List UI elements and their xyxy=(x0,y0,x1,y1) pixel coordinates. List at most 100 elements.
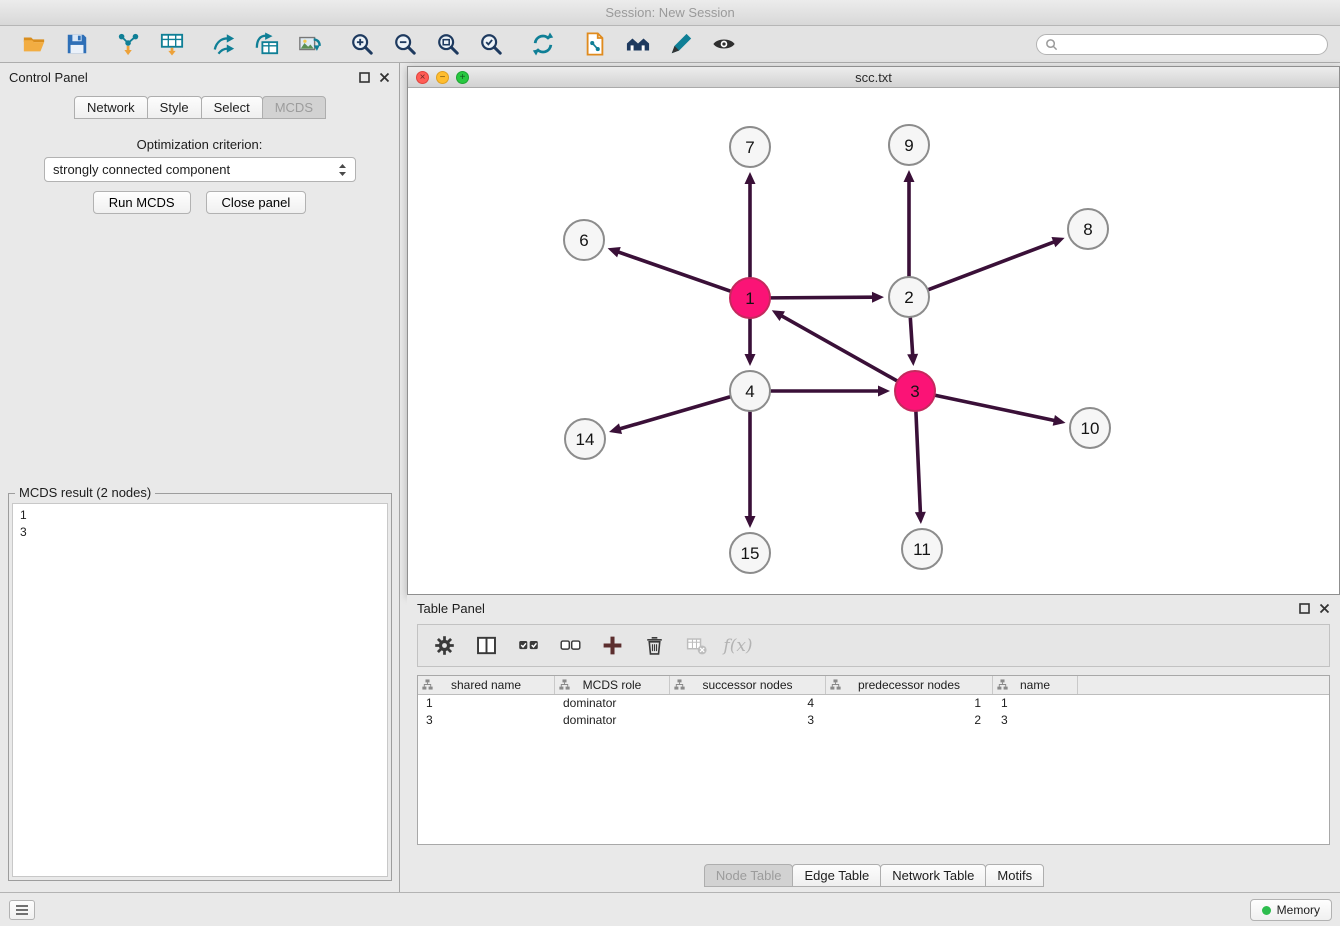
annotations-icon[interactable] xyxy=(668,31,694,57)
edge-3-1[interactable] xyxy=(782,316,896,381)
tab-motifs[interactable]: Motifs xyxy=(985,864,1044,887)
table-cell[interactable]: dominator xyxy=(555,695,670,712)
edge-arrow-icon xyxy=(878,386,890,397)
select-all-icon[interactable] xyxy=(515,633,541,659)
zoom-selected-icon[interactable] xyxy=(478,31,504,57)
close-panel-button[interactable]: Close panel xyxy=(206,191,307,214)
first-neighbors-icon[interactable] xyxy=(625,31,651,57)
graph-node-14[interactable]: 14 xyxy=(565,419,605,459)
column-tree-icon xyxy=(422,679,433,693)
svg-text:15: 15 xyxy=(741,544,760,563)
settings-gear-icon[interactable] xyxy=(431,633,457,659)
table-row[interactable]: 1dominator411 xyxy=(418,695,1329,712)
column-tree-icon xyxy=(674,679,685,693)
edge-3-10[interactable] xyxy=(936,395,1054,420)
function-builder-icon[interactable]: f(x) xyxy=(725,633,751,659)
search-icon xyxy=(1045,38,1058,54)
graph-node-15[interactable]: 15 xyxy=(730,533,770,573)
svg-text:8: 8 xyxy=(1083,220,1092,239)
column-header-shared-name[interactable]: shared name xyxy=(418,676,555,694)
zoom-fit-icon[interactable] xyxy=(435,31,461,57)
table-row[interactable]: 3dominator323 xyxy=(418,712,1329,729)
edge-arrow-icon xyxy=(609,423,622,434)
edge-3-11[interactable] xyxy=(916,412,920,512)
memory-button[interactable]: Memory xyxy=(1250,899,1332,921)
mcds-result-node: 1 xyxy=(20,507,380,524)
close-window-icon[interactable] xyxy=(416,71,429,84)
tab-select[interactable]: Select xyxy=(201,96,263,119)
table-cell[interactable]: 1 xyxy=(826,695,993,712)
tab-mcds[interactable]: MCDS xyxy=(262,96,326,119)
zoom-in-icon[interactable] xyxy=(349,31,375,57)
minimize-window-icon[interactable] xyxy=(436,71,449,84)
refresh-layout-icon[interactable] xyxy=(530,31,556,57)
close-table-panel-icon[interactable] xyxy=(1319,603,1330,614)
search-input[interactable] xyxy=(1036,34,1328,55)
edge-2-8[interactable] xyxy=(929,242,1054,289)
import-table-icon[interactable] xyxy=(159,31,185,57)
delete-column-icon[interactable] xyxy=(641,633,667,659)
table-cell[interactable]: 2 xyxy=(826,712,993,729)
table-cell[interactable]: 4 xyxy=(670,695,826,712)
float-table-panel-icon[interactable] xyxy=(1299,603,1310,614)
column-header-successor-nodes[interactable]: successor nodes xyxy=(670,676,826,694)
deselect-all-icon[interactable] xyxy=(557,633,583,659)
export-network-icon[interactable] xyxy=(211,31,237,57)
toolbar-group xyxy=(8,31,103,57)
optimization-criterion-label: Optimization criterion: xyxy=(0,137,399,152)
copy-style-icon[interactable] xyxy=(582,31,608,57)
table-cell[interactable]: 3 xyxy=(993,712,1078,729)
edge-1-2[interactable] xyxy=(771,297,872,298)
graph-node-2[interactable]: 2 xyxy=(889,277,929,317)
graph-node-11[interactable]: 11 xyxy=(902,529,942,569)
tab-edge-table[interactable]: Edge Table xyxy=(792,864,881,887)
table-cell[interactable]: 3 xyxy=(418,712,555,729)
criterion-select[interactable]: strongly connected component xyxy=(44,157,356,182)
tab-network[interactable]: Network xyxy=(74,96,148,119)
tab-network-table[interactable]: Network Table xyxy=(880,864,986,887)
graph-node-6[interactable]: 6 xyxy=(564,220,604,260)
import-network-icon[interactable] xyxy=(116,31,142,57)
zoom-out-icon[interactable] xyxy=(392,31,418,57)
memory-status-icon xyxy=(1262,906,1271,915)
graph-node-1[interactable]: 1 xyxy=(730,278,770,318)
tab-node-table[interactable]: Node Table xyxy=(704,864,794,887)
show-hide-icon[interactable] xyxy=(711,31,737,57)
column-header-name[interactable]: name xyxy=(993,676,1078,694)
edge-1-6[interactable] xyxy=(619,252,730,291)
panel-menu-button[interactable] xyxy=(9,900,35,920)
float-panel-icon[interactable] xyxy=(359,72,370,83)
graph-node-10[interactable]: 10 xyxy=(1070,408,1110,448)
add-column-icon[interactable] xyxy=(599,633,625,659)
control-panel-buttons: Run MCDS Close panel xyxy=(0,191,399,214)
graph-node-3[interactable]: 3 xyxy=(895,371,935,411)
table-cell[interactable]: dominator xyxy=(555,712,670,729)
edge-arrow-icon xyxy=(915,512,926,524)
table-cell[interactable]: 1 xyxy=(418,695,555,712)
maximize-window-icon[interactable] xyxy=(456,71,469,84)
network-canvas[interactable]: 7 9 6 8 1 2 4 3 14 10 15 11 xyxy=(408,88,1339,594)
open-file-icon[interactable] xyxy=(21,31,47,57)
graph-node-8[interactable]: 8 xyxy=(1068,209,1108,249)
graph-node-9[interactable]: 9 xyxy=(889,125,929,165)
column-header-label: MCDS role xyxy=(583,678,642,692)
edge-4-14[interactable] xyxy=(621,397,730,429)
table-cell[interactable]: 1 xyxy=(993,695,1078,712)
edge-arrow-icon xyxy=(1053,415,1066,426)
column-header-predecessor-nodes[interactable]: predecessor nodes xyxy=(826,676,993,694)
run-mcds-button[interactable]: Run MCDS xyxy=(93,191,191,214)
table-cell[interactable]: 3 xyxy=(670,712,826,729)
tab-style[interactable]: Style xyxy=(147,96,202,119)
save-file-icon[interactable] xyxy=(64,31,90,57)
graph-node-7[interactable]: 7 xyxy=(730,127,770,167)
column-header-mcds-role[interactable]: MCDS role xyxy=(555,676,670,694)
columns-layout-icon[interactable] xyxy=(473,633,499,659)
graph-node-4[interactable]: 4 xyxy=(730,371,770,411)
delete-table-icon[interactable] xyxy=(683,633,709,659)
close-panel-icon[interactable] xyxy=(379,72,390,83)
toolbar-group xyxy=(198,31,336,57)
export-image-icon[interactable] xyxy=(297,31,323,57)
mcds-result-list[interactable]: 13 xyxy=(12,503,388,877)
edge-2-3[interactable] xyxy=(910,318,912,354)
export-table-icon[interactable] xyxy=(254,31,280,57)
